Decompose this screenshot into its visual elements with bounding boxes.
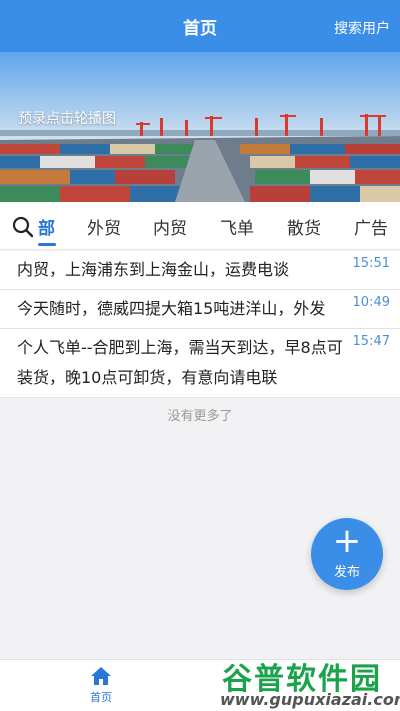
banner-caption: 预录点击轮播图 (18, 111, 116, 127)
nav-home-label: 首页 (90, 691, 112, 704)
no-more-text: 没有更多了 (167, 409, 233, 424)
app-header: 首页 搜索用户 (0, 0, 400, 52)
carousel-banner[interactable]: 预录点击轮播图 (0, 52, 400, 202)
post-text: 个人飞单--合肥到上海，需当天到达，早8点可装货，晚10点可卸货，有意向请电联 (17, 338, 343, 387)
plus-icon: + (332, 521, 362, 561)
publish-button[interactable]: + 发布 (311, 518, 383, 590)
search-users-link[interactable]: 搜索用户 (334, 18, 390, 38)
tab-domestic-trade[interactable]: 内贸 (153, 214, 187, 239)
post-list: 内贸，上海浦东到上海金山，运费电谈 15:51 今天随时，德威四提大箱15吨进洋… (0, 251, 400, 398)
watermark: 谷普软件园 www.gupuxiazai.com (220, 652, 400, 711)
post-time: 10:49 (352, 295, 390, 310)
home-icon (91, 667, 111, 685)
publish-label: 发布 (333, 565, 360, 580)
post-text: 内贸，上海浦东到上海金山，运费电谈 (17, 260, 290, 279)
post-time: 15:47 (352, 334, 390, 349)
tab-ads[interactable]: 广告 (354, 214, 388, 239)
active-tab-indicator (38, 243, 56, 246)
nav-home[interactable]: 首页 (78, 666, 124, 708)
post-time: 15:51 (352, 256, 390, 271)
tab-fly-order[interactable]: 飞单 (220, 214, 254, 239)
category-tabs: 部 外贸 内贸 飞单 散货 广告 (0, 202, 400, 250)
search-icon[interactable] (12, 216, 34, 238)
tab-bulk-cargo[interactable]: 散货 (287, 214, 321, 239)
list-item[interactable]: 今天随时，德威四提大箱15吨进洋山，外发 10:49 (0, 290, 400, 329)
watermark-url: www.gupuxiazai.com (220, 690, 400, 709)
post-text: 今天随时，德威四提大箱15吨进洋山，外发 (17, 299, 326, 318)
tab-all[interactable]: 部 (38, 214, 55, 239)
tab-foreign-trade[interactable]: 外贸 (87, 214, 121, 239)
list-item[interactable]: 内贸，上海浦东到上海金山，运费电谈 15:51 (0, 251, 400, 290)
list-item[interactable]: 个人飞单--合肥到上海，需当天到达，早8点可装货，晚10点可卸货，有意向请电联 … (0, 329, 400, 398)
